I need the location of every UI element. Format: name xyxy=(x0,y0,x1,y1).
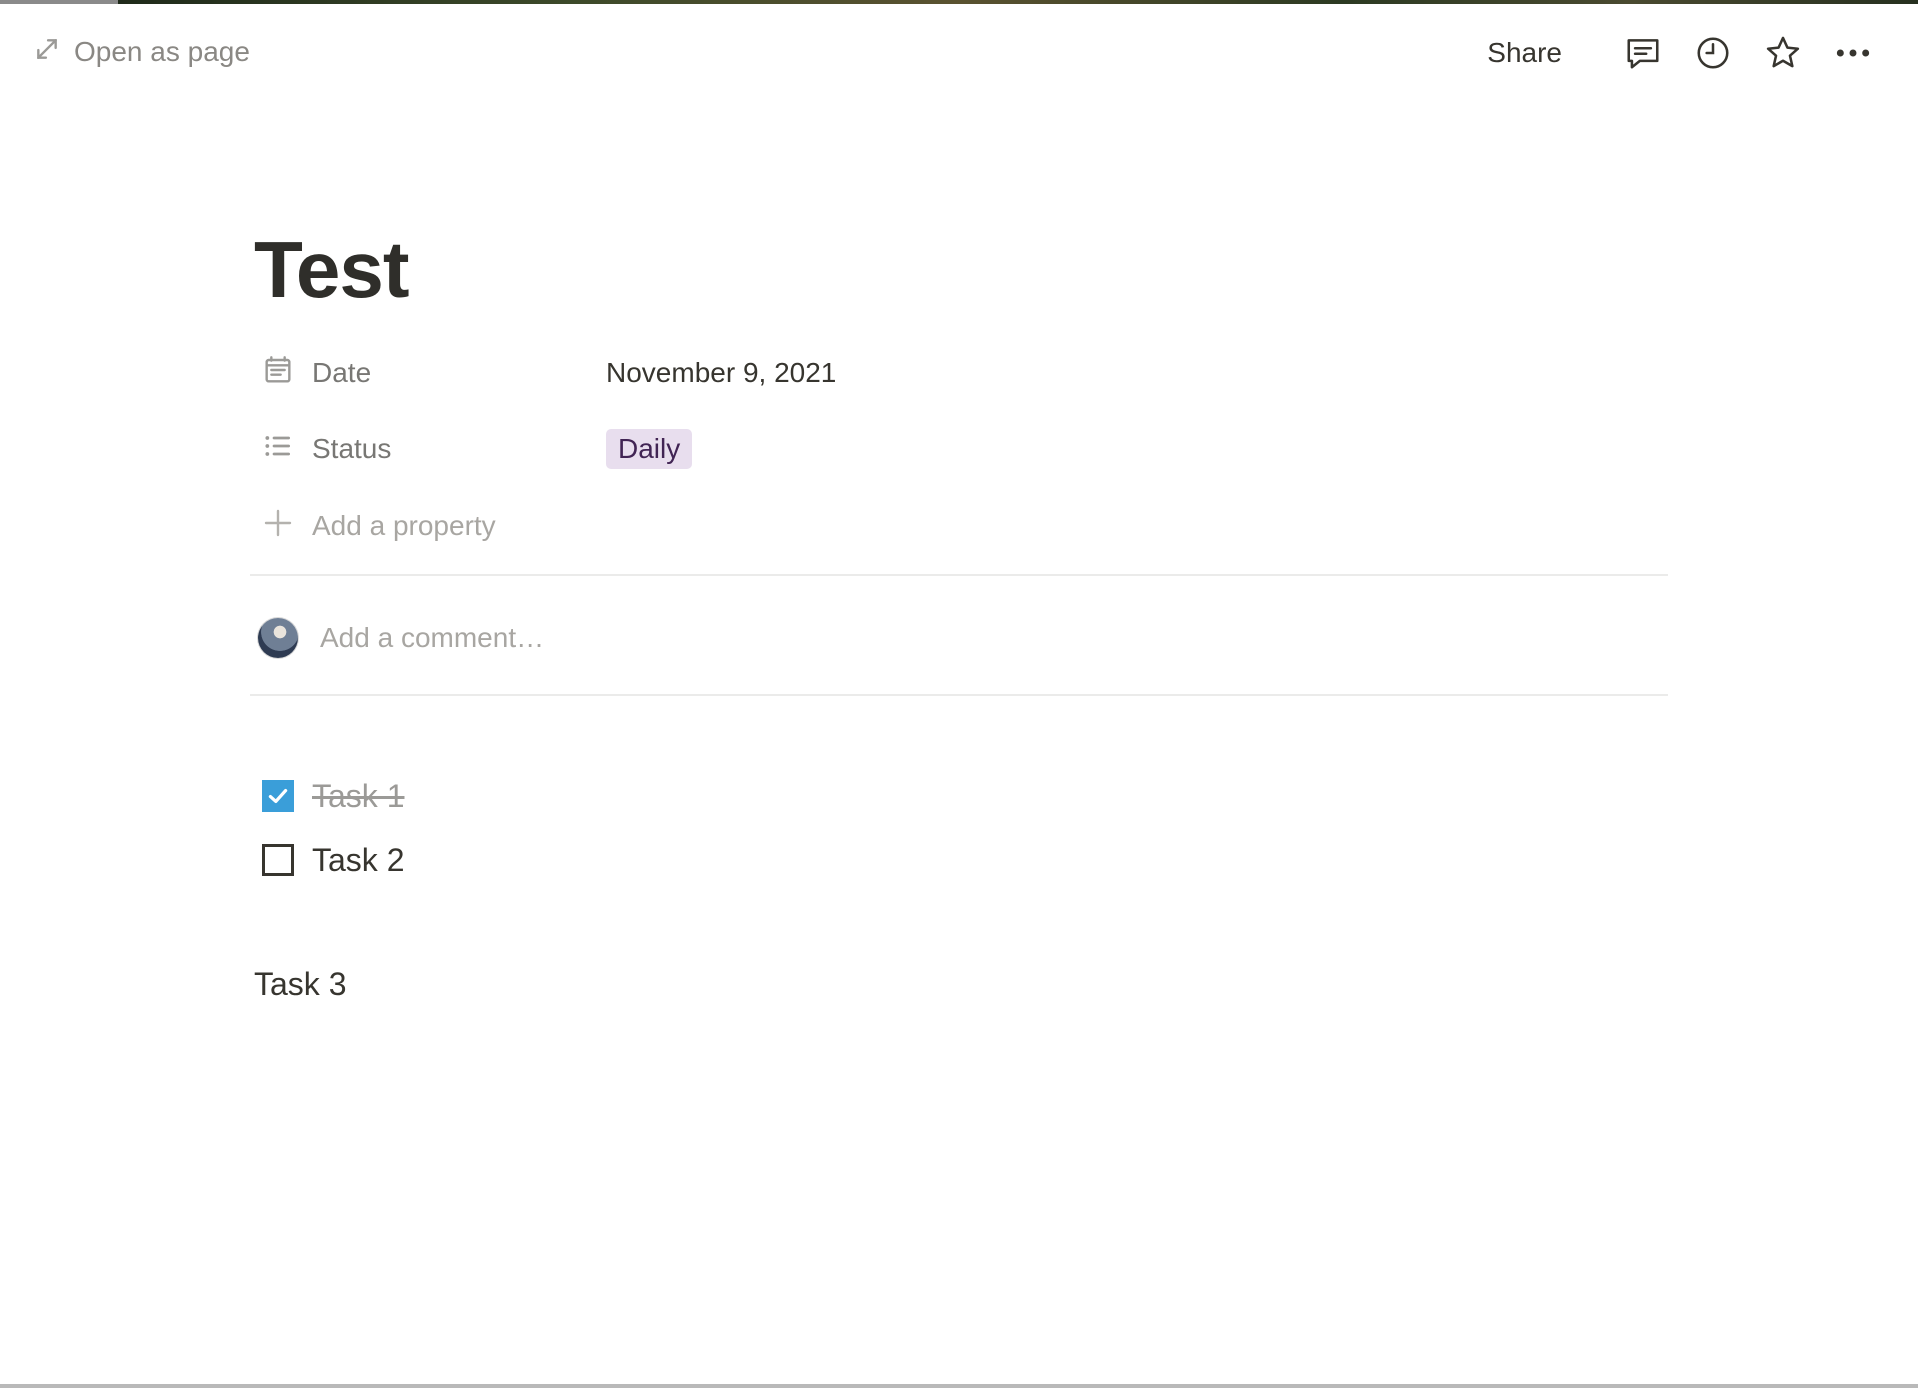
clock-icon[interactable] xyxy=(1690,30,1736,76)
checkbox-unchecked[interactable] xyxy=(262,844,294,876)
property-name-status[interactable]: Status xyxy=(250,430,606,469)
open-as-page-button[interactable]: Open as page xyxy=(34,32,250,72)
plus-icon xyxy=(262,507,294,546)
open-as-page-label: Open as page xyxy=(74,36,250,67)
list-icon xyxy=(262,430,294,469)
avatar xyxy=(258,618,298,658)
comment-input[interactable] xyxy=(318,621,922,655)
status-value[interactable]: Daily xyxy=(606,429,693,469)
checkbox-checked[interactable] xyxy=(262,780,294,812)
text-block[interactable]: Task 3 xyxy=(254,966,346,1003)
date-value[interactable]: November 9, 2021 xyxy=(606,357,836,389)
comment-icon[interactable] xyxy=(1620,30,1666,76)
todo-item: Task 2 xyxy=(262,834,404,886)
status-tag: Daily xyxy=(606,429,693,469)
star-icon[interactable] xyxy=(1760,30,1806,76)
todo-label[interactable]: Task 1 xyxy=(312,778,404,815)
more-icon[interactable] xyxy=(1830,30,1876,76)
page-title[interactable]: Test xyxy=(254,222,410,318)
topbar: Open as page Share xyxy=(0,4,1918,96)
divider xyxy=(250,694,1668,696)
property-row-date: Date November 9, 2021 xyxy=(250,344,1668,402)
property-row-status: Status Daily xyxy=(250,420,1668,478)
comment-row xyxy=(258,614,922,662)
todo-label[interactable]: Task 2 xyxy=(312,842,404,879)
property-label: Date xyxy=(312,357,372,388)
check-icon xyxy=(268,788,288,804)
expand-icon xyxy=(34,36,60,69)
todo-item: Task 1 xyxy=(262,770,404,822)
calendar-icon xyxy=(262,354,294,393)
share-button[interactable]: Share xyxy=(1487,37,1562,69)
property-name-date[interactable]: Date xyxy=(250,354,606,393)
add-property-button[interactable]: Add a property xyxy=(262,500,496,552)
window-bottom-strip xyxy=(0,1384,1918,1388)
topbar-actions: Share xyxy=(1487,30,1876,76)
add-property-label: Add a property xyxy=(312,510,496,541)
divider xyxy=(250,574,1668,576)
property-label: Status xyxy=(312,433,392,464)
